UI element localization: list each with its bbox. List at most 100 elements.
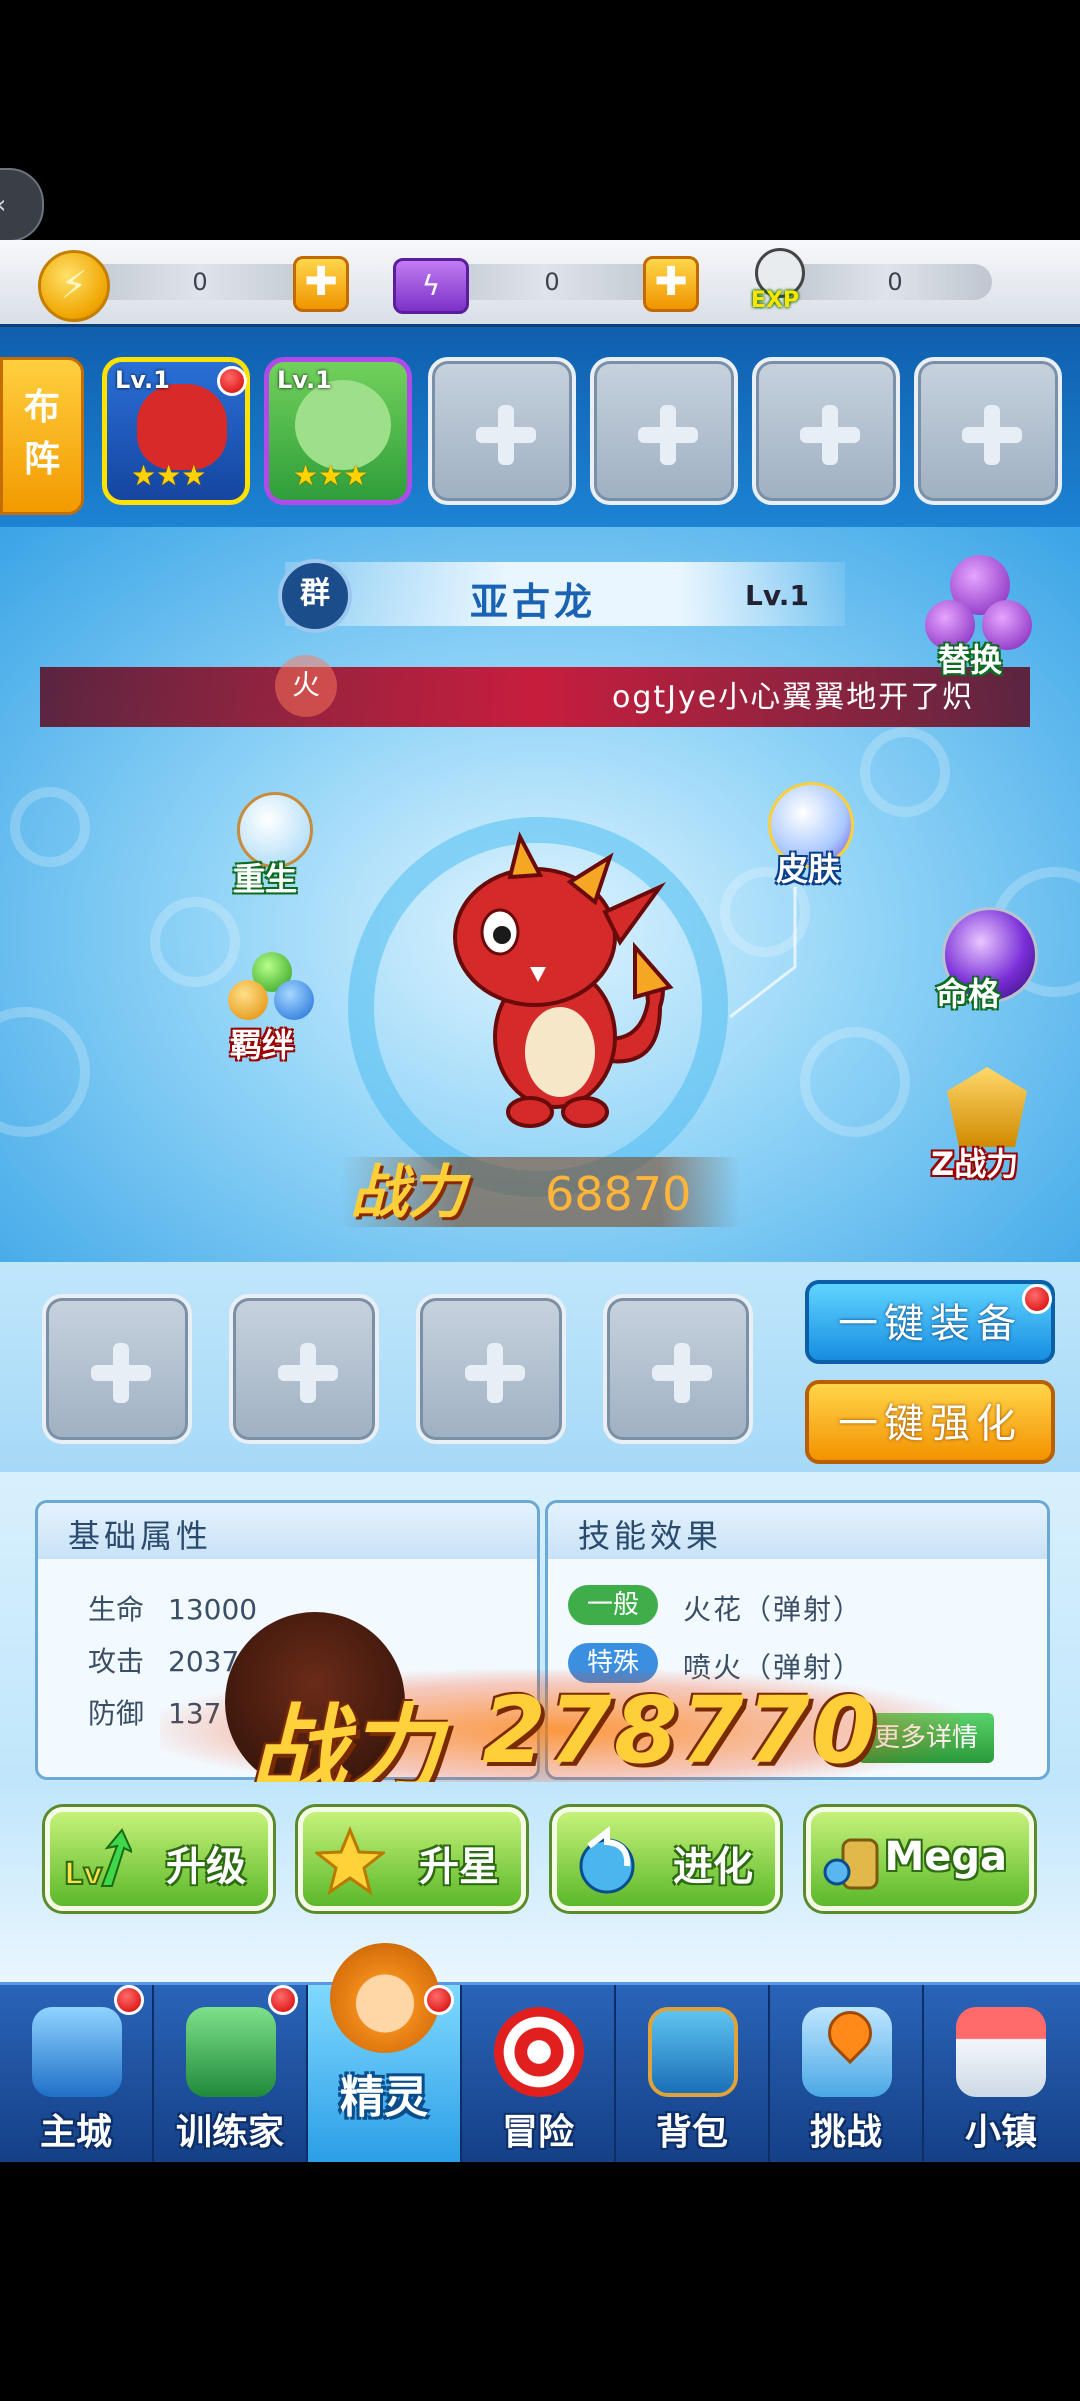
town-icon [956,2007,1046,2097]
swap-label: 替换 [938,641,1003,679]
formation-button[interactable]: 布 阵 [0,357,84,515]
bottom-bezel [0,2162,1080,2401]
castle-icon [32,2007,122,2097]
bond-label: 羁绊 [230,1026,295,1064]
level-up-arrow-icon: Lv [63,1828,132,1893]
nav-label: 背包 [655,2112,728,2153]
notification-dot [217,366,247,396]
nav-item-challenge[interactable]: 挑战 [770,1985,924,2165]
notification-dot [424,1985,454,2015]
equipment-row: 一键装备 一键强化 [0,1262,1080,1472]
nav-label: 主城 [39,2112,112,2153]
team-slot-3[interactable] [428,357,576,505]
back-button[interactable]: ‹ [0,168,44,242]
skill-name-1[interactable]: 火花（弹射） [683,1588,863,1628]
dragon-portrait [137,384,227,470]
nav-label: 训练家 [175,2112,284,2153]
pet-display: 群 亚古龙 Lv.1 火 ogtJye小心翼翼地开了炽 替换 重生 羁绊 皮肤 … [0,527,1080,1262]
z-power-label: Z战力 [931,1145,1019,1183]
nav-item-trainer[interactable]: 训练家 [154,1985,308,2165]
skin-button[interactable]: 皮肤 [760,782,860,892]
star-up-label: 升星 [419,1844,499,1890]
star-icon [315,1826,385,1896]
bond-button[interactable]: 羁绊 [222,952,322,1064]
equip-slot-3[interactable] [416,1294,566,1444]
skills-title: 技能效果 [578,1517,723,1555]
z-power-button[interactable]: Z战力 [925,1067,1055,1187]
nav-item-town[interactable]: 小镇 [924,1985,1078,2165]
plus-icon [638,405,698,465]
nav-item-main-city[interactable]: 主城 [0,1985,154,2165]
chevron-left-icon: ‹ [0,190,6,220]
pet-level: Lv.1 [745,579,809,612]
skill-tag-normal: 一般 [568,1585,658,1625]
equip-slot-1[interactable] [42,1294,192,1444]
shield-sword-icon [947,1067,1027,1147]
dragon-pet-sprite [453,831,674,1128]
trainer-glove-icon [186,2007,276,2097]
notification-dot [268,1985,298,2015]
team-slot-4[interactable] [590,357,738,505]
energy-value: 0 [544,268,560,296]
team-slot-1[interactable]: Lv.1 ★★★ [102,357,250,505]
gold-value: 0 [192,268,208,296]
level-up-label: 升级 [166,1844,246,1890]
rebirth-label: 重生 [233,860,298,898]
exp-value: 0 [887,268,903,296]
team-slot-6[interactable] [914,357,1062,505]
nav-label: 精灵 [340,2072,428,2123]
target-icon [494,2007,584,2097]
level-up-button[interactable]: Lv 升级 [45,1807,273,1911]
rebirth-button[interactable]: 重生 [225,792,325,902]
notification-dot [1022,1284,1052,1314]
nav-item-backpack[interactable]: 背包 [616,1985,770,2165]
skin-label: 皮肤 [776,850,841,888]
evolve-button[interactable]: 进化 [552,1807,780,1911]
nav-item-adventure[interactable]: 冒险 [462,1985,616,2165]
plus-icon [800,405,860,465]
star-up-button[interactable]: 升星 [298,1807,526,1911]
formation-label-2: 阵 [23,439,60,480]
nav-label: 小镇 [964,2112,1037,2153]
enhance-all-button[interactable]: 一键强化 [805,1380,1055,1464]
equip-all-button[interactable]: 一键装备 [805,1280,1055,1364]
plus-icon [476,405,536,465]
map-pin-icon [802,2001,892,2097]
evolve-swirl-icon [579,1826,635,1894]
slot-level: Lv.1 [115,366,170,394]
gold-coin-icon: ⚡ [38,250,110,322]
swap-button[interactable]: 替换 [920,555,1040,685]
element-badge: 火 [275,655,337,717]
notification-dot [114,1985,144,2015]
exp-label: EXP [751,288,800,313]
connector-line [729,887,797,1019]
nav-item-pets[interactable]: 精灵 [308,1943,462,2165]
plus-icon [962,405,1022,465]
mega-label: Mega [884,1834,1007,1880]
fate-button[interactable]: 命格 [930,907,1050,1027]
slot-level: Lv.1 [277,366,332,394]
bottom-nav: 主城 训练家 精灵 冒险 背包 挑战 小镇 [0,1943,1080,2165]
equip-slot-2[interactable] [229,1294,379,1444]
pet-name: 亚古龙 [470,580,597,624]
action-row: Lv 升级 升星 进化 Mega [0,1782,1080,1982]
evolve-label: 进化 [673,1844,753,1890]
group-badge: 群 [278,559,352,633]
add-gold-button[interactable]: ✚ [293,256,349,312]
team-slot-2[interactable]: Lv.1 ★★★ [264,357,412,505]
plus-icon [91,1343,151,1403]
nav-label: 冒险 [501,2112,574,2153]
nav-label: 挑战 [809,2112,882,2153]
mega-button[interactable]: Mega [806,1807,1034,1911]
energy-bolt-icon: ϟ [393,258,469,314]
plus-icon [652,1343,712,1403]
backpack-icon [648,2007,738,2097]
fate-label: 命格 [936,975,1001,1013]
combat-label: 战力 [350,1158,467,1226]
exp-bunny-icon: EXP [745,246,815,316]
add-energy-button[interactable]: ✚ [643,256,699,312]
slot-stars: ★★★ [293,459,369,492]
team-slot-5[interactable] [752,357,900,505]
equip-slot-4[interactable] [603,1294,753,1444]
resource-bar: 0 ⚡ ✚ 0 ϟ ✚ 0 EXP [0,240,1080,327]
